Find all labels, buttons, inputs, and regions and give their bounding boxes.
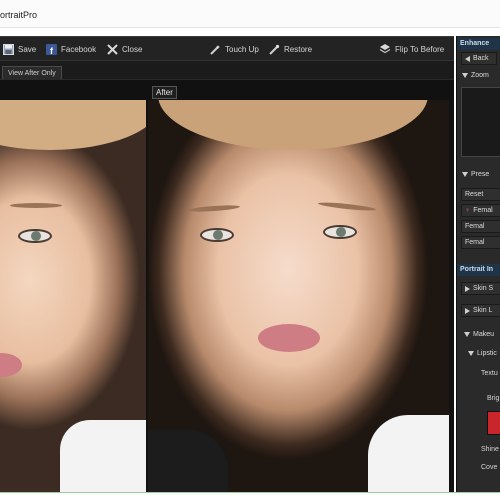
back-label: Back (473, 55, 489, 62)
makeup-label: Makeu (473, 331, 495, 338)
zoom-preview[interactable] (461, 87, 500, 157)
preset-female-2[interactable]: Femal (461, 220, 500, 233)
right-eyebrow-shape (317, 200, 377, 213)
save-label: Save (18, 44, 37, 54)
title-bar: ortraitPro (0, 0, 500, 28)
collar-shape (368, 415, 449, 493)
window-border (0, 492, 500, 493)
after-label: After (152, 86, 177, 99)
facebook-icon: f (45, 43, 57, 55)
preset-female-label: Femal (465, 239, 485, 246)
restore-label: Restore (284, 44, 313, 54)
collar-shape (148, 430, 228, 493)
before-image (0, 100, 146, 493)
close-icon (106, 43, 118, 55)
touch-up-icon (209, 43, 221, 55)
close-button[interactable]: Close (106, 37, 142, 61)
collapse-icon (462, 172, 468, 177)
skin-smoothing-toggle[interactable]: Skin S (461, 282, 500, 295)
side-panel: Enhance Back Zoom Prese Reset ♀ Femal Fe… (456, 36, 500, 492)
lip-color-swatch[interactable] (487, 411, 500, 435)
skin-lighting-label: Skin L (473, 307, 493, 314)
window-title: ortraitPro (0, 10, 38, 20)
lips-shape (0, 353, 22, 377)
hair-shape (158, 100, 428, 150)
preset-reset-label: Reset (465, 191, 484, 198)
cover-label: Cove (481, 464, 498, 471)
presets-label: Prese (471, 171, 490, 178)
collapse-icon (464, 332, 470, 337)
lipstick-label: Lipstic (477, 350, 497, 357)
collar-shape (60, 420, 146, 493)
preset-female-label: Femal (465, 223, 485, 230)
photo-canvas: After (0, 79, 454, 493)
after-image (148, 100, 449, 493)
touch-up-button[interactable]: Touch Up (209, 37, 259, 61)
save-button[interactable]: Save (2, 37, 36, 61)
collapse-icon (468, 351, 474, 356)
back-button[interactable]: Back (461, 52, 497, 65)
hair-shape (0, 100, 146, 150)
zoom-section-toggle[interactable]: Zoom (459, 69, 499, 82)
facebook-button[interactable]: f Facebook (45, 37, 96, 61)
preset-female-1[interactable]: ♀ Femal (461, 204, 500, 217)
restore-button[interactable]: Restore (268, 37, 312, 61)
view-bar: View After Only (0, 60, 454, 80)
expand-icon (465, 285, 470, 292)
close-label: Close (122, 44, 143, 54)
lips-shape (258, 324, 320, 352)
right-eye-shape (323, 225, 357, 239)
restore-icon (268, 43, 280, 55)
flip-to-before-button[interactable]: Flip To Before (379, 37, 444, 61)
makeup-toggle[interactable]: Makeu (461, 328, 500, 341)
preset-reset[interactable]: Reset (461, 188, 500, 201)
skin-smoothing-label: Skin S (473, 285, 494, 292)
tab-view-after-only[interactable]: View After Only (2, 66, 62, 80)
lipstick-toggle[interactable]: Lipstic (465, 347, 500, 360)
presets-section-toggle[interactable]: Prese (459, 168, 499, 181)
flip-icon (379, 43, 391, 55)
preset-female-3[interactable]: Femal (461, 236, 500, 249)
brightness-label: Brig (487, 395, 500, 402)
eye-shape (18, 229, 52, 243)
eyebrow-shape (10, 203, 62, 208)
zoom-label: Zoom (471, 72, 489, 79)
preset-female-label: Femal (473, 207, 493, 214)
flip-to-before-label: Flip To Before (395, 44, 445, 54)
left-eyebrow-shape (187, 204, 241, 213)
expand-icon (465, 307, 470, 314)
portrait-header: Portrait In (457, 264, 500, 276)
skin-lighting-toggle[interactable]: Skin L (461, 304, 500, 317)
back-icon (465, 55, 470, 62)
pin-icon: ♀ (465, 207, 471, 214)
left-eye-shape (200, 228, 234, 242)
shine-label: Shine (481, 446, 499, 453)
toolbar: Save f Facebook Close Touch Up Restore F… (0, 36, 454, 60)
facebook-label: Facebook (61, 44, 97, 54)
save-icon (2, 43, 14, 55)
touch-up-label: Touch Up (225, 44, 259, 54)
texture-label: Textu (481, 370, 498, 377)
enhance-header: Enhance (457, 38, 500, 50)
collapse-icon (462, 73, 468, 78)
